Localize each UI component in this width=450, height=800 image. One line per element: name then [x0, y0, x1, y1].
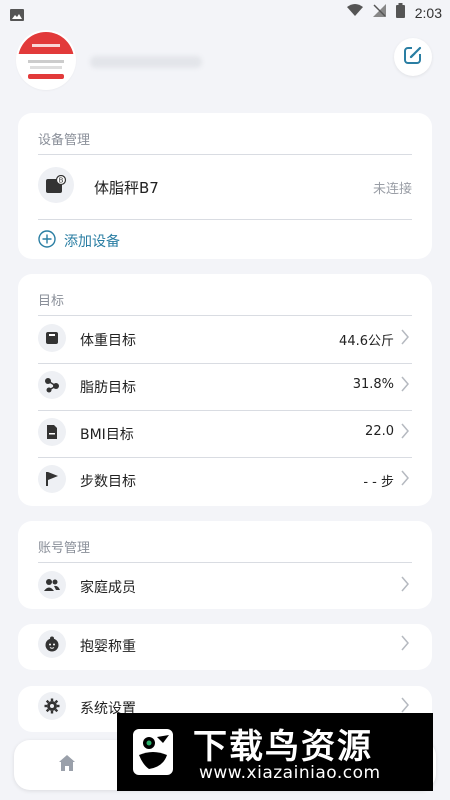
- goal-value: 22.0: [365, 424, 394, 439]
- chevron-right-icon: [400, 576, 410, 596]
- goal-label: 体重目标: [80, 333, 136, 349]
- document-icon: [38, 418, 66, 446]
- flag-icon: [38, 465, 66, 493]
- baby-weigh-card[interactable]: 抱婴称重: [18, 624, 432, 670]
- no-signal-icon: [372, 4, 386, 21]
- device-management-card: 设备管理 B 体脂秤B7 未连接 添加设备: [18, 113, 432, 259]
- goal-row-steps[interactable]: 步数目标 - - 步: [38, 459, 412, 505]
- goal-label: 步数目标: [80, 474, 136, 490]
- goal-value: 31.8%: [352, 377, 394, 392]
- divider: [38, 315, 412, 316]
- divider: [38, 219, 412, 220]
- wifi-icon: [346, 4, 363, 21]
- avatar[interactable]: [18, 32, 74, 88]
- chevron-right-icon: [400, 423, 410, 443]
- svg-text:B: B: [59, 177, 64, 185]
- battery-icon: [395, 3, 405, 22]
- family-members-row[interactable]: 家庭成员: [38, 565, 412, 611]
- goal-row-bmi[interactable]: BMI目标 22.0: [38, 412, 412, 458]
- device-row[interactable]: B 体脂秤B7 未连接: [38, 155, 412, 219]
- status-bar: 2:03: [0, 0, 450, 24]
- people-icon: [38, 571, 66, 599]
- goal-value: 44.6公斤: [339, 334, 394, 349]
- molecule-icon: [38, 371, 66, 399]
- add-device-label: 添加设备: [64, 234, 120, 250]
- gear-icon: [38, 692, 66, 720]
- chevron-right-icon: [400, 635, 410, 655]
- device-name: 体脂秤B7: [94, 179, 159, 197]
- section-title: 目标: [38, 294, 65, 309]
- bird-logo-icon: [127, 725, 179, 779]
- plus-circle-icon: [38, 230, 56, 252]
- scale-device-icon: B: [38, 167, 74, 203]
- baby-weigh-row[interactable]: 抱婴称重: [38, 624, 412, 670]
- watermark-title: 下载鸟资源: [193, 727, 373, 767]
- watermark-url: www.xiazainiao.com: [199, 763, 381, 783]
- watermark-banner: 下载鸟资源 www.xiazainiao.com: [117, 713, 433, 791]
- device-status: 未连接: [372, 182, 412, 197]
- goal-label: BMI目标: [80, 427, 134, 443]
- goal-label: 脂肪目标: [80, 380, 136, 396]
- row-label: 家庭成员: [80, 580, 136, 596]
- gallery-notification-icon: [10, 6, 24, 25]
- goal-row-weight[interactable]: 体重目标 44.6公斤: [38, 318, 412, 364]
- divider: [38, 562, 412, 563]
- scale-icon: [38, 324, 66, 352]
- home-icon[interactable]: [58, 754, 76, 776]
- goals-card: 目标 体重目标 44.6公斤 脂肪目标 31.8% BMI目标 22.0 步数目…: [18, 274, 432, 506]
- edit-profile-button[interactable]: [394, 38, 432, 76]
- chevron-right-icon: [400, 376, 410, 396]
- section-title: 账号管理: [38, 541, 91, 556]
- row-label: 抱婴称重: [80, 639, 136, 655]
- username-blurred: [90, 56, 202, 68]
- add-device-button[interactable]: 添加设备: [38, 229, 120, 253]
- edit-icon: [403, 45, 423, 69]
- goal-value: - - 步: [363, 475, 394, 490]
- baby-icon: [38, 630, 66, 658]
- status-time: 2:03: [414, 4, 442, 21]
- profile-header: [18, 32, 432, 92]
- section-title: 设备管理: [38, 133, 91, 148]
- chevron-right-icon: [400, 470, 410, 490]
- account-management-card: 账号管理 家庭成员: [18, 521, 432, 609]
- chevron-right-icon: [400, 329, 410, 349]
- goal-row-fat[interactable]: 脂肪目标 31.8%: [38, 365, 412, 411]
